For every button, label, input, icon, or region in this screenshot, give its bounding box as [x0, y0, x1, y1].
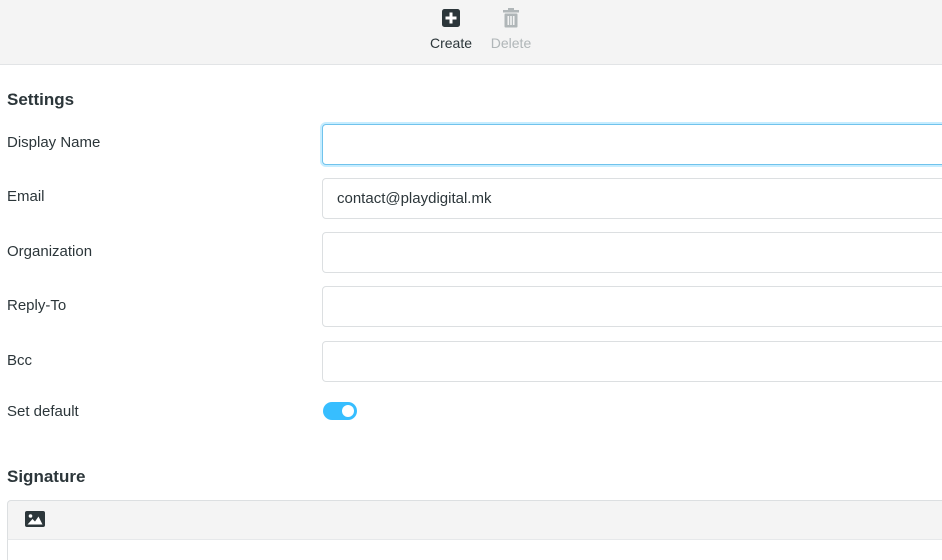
display-name-label: Display Name: [7, 134, 101, 151]
bcc-label: Bcc: [7, 352, 33, 369]
signature-title: Signature: [7, 467, 86, 486]
signature-editor-toolbar: [7, 500, 942, 540]
delete-button[interactable]: Delete: [486, 7, 536, 59]
set-default-label: Set default: [7, 403, 79, 420]
image-icon: [25, 510, 45, 532]
insert-image-button[interactable]: [24, 510, 46, 532]
signature-editor-body[interactable]: [7, 540, 942, 560]
set-default-toggle[interactable]: [323, 402, 357, 420]
email-label: Email: [7, 188, 45, 205]
toolbar: Create Delete: [0, 0, 942, 65]
create-label: Create: [429, 35, 473, 51]
reply-to-label: Reply-To: [7, 297, 67, 314]
settings-title: Settings: [7, 90, 75, 109]
email-input[interactable]: [322, 178, 942, 219]
delete-label: Delete: [490, 35, 532, 51]
display-name-input[interactable]: [322, 124, 942, 165]
trash-icon: [500, 7, 522, 29]
plus-square-icon: [440, 7, 462, 29]
create-button[interactable]: Create: [426, 7, 476, 59]
organization-input[interactable]: [322, 232, 942, 273]
bcc-input[interactable]: [322, 341, 942, 382]
toggle-knob: [342, 405, 354, 417]
organization-label: Organization: [7, 243, 93, 260]
reply-to-input[interactable]: [322, 286, 942, 327]
